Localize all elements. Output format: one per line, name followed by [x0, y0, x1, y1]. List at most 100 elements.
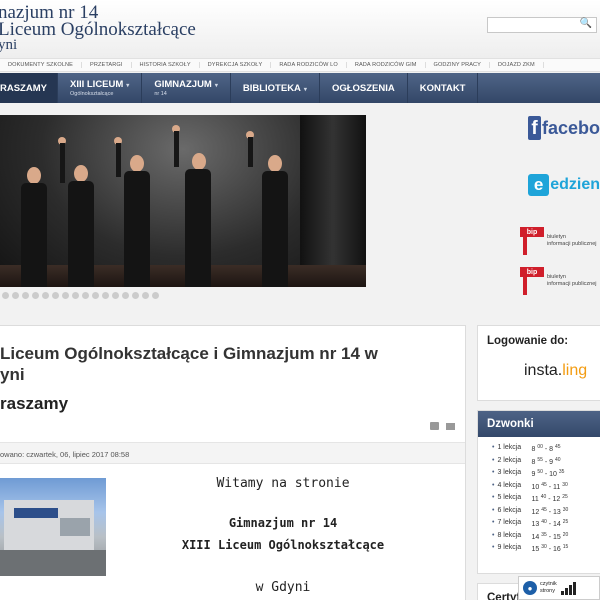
bullet-icon: • — [492, 456, 495, 464]
bip-banner[interactable]: bip biuletyn informacji publicznej — [520, 226, 600, 256]
lesson-label: 2 lekcja — [497, 456, 522, 464]
bell-row: • 8 lekcja 14 35 - 15 20 — [492, 532, 568, 545]
slider-dot[interactable] — [22, 292, 29, 299]
published-date: owano: czwartek, 06, lipiec 2017 08:58 — [0, 450, 130, 459]
end-hour: 11 — [553, 483, 561, 491]
slider-dot[interactable] — [32, 292, 39, 299]
slider-dot[interactable] — [152, 292, 159, 299]
topnav-item-godziny[interactable]: GODZINY PRACY — [426, 62, 491, 68]
nav-sublabel: Ogólnokształcące — [69, 91, 114, 97]
end-hour: 14 — [553, 521, 561, 528]
start-hour: 14 — [531, 533, 540, 541]
nav-sublabel: nr 14 — [154, 91, 167, 97]
print-icon[interactable] — [430, 422, 439, 430]
hero-slider-image[interactable] — [0, 115, 366, 287]
topnav-item-przetargi[interactable]: PRZETARGI — [82, 62, 132, 68]
topnav-item-dokumenty[interactable]: DOKUMENTY SZKOLNE — [0, 62, 83, 68]
end-minute: 30 — [562, 506, 569, 513]
performer — [14, 167, 54, 287]
article-title[interactable]: Liceum Ogólnokształcące i Gimnazjum nr 1… — [0, 343, 440, 385]
bip-line2: informacji publicznej — [547, 241, 597, 247]
bell-row: • 1 lekcja 8 00 - 8 45 — [492, 444, 568, 457]
nav-label: KONTAKT — [419, 82, 466, 94]
end-hour: 13 — [553, 508, 561, 516]
bell-schedule-module: Dzwonki • 1 lekcja 8 00 - 8 45 • 2 lekcja 8 5… — [477, 410, 600, 574]
end-hour: 12 — [552, 496, 561, 503]
logo-line-2[interactable]: Liceum Ogólnokształcące — [0, 19, 196, 41]
nav-label-wrap: XIII LICEUM ▾ — [70, 79, 129, 90]
school-city: w Gdyni — [255, 580, 311, 595]
slider-dot[interactable] — [112, 292, 119, 299]
start-hour: 11 — [531, 496, 539, 503]
school-name-liceum: XIII Liceum Ogólnokształcące — [181, 538, 385, 552]
article-meta: owano: czwartek, 06, lipiec 2017 08:58 — [0, 442, 465, 464]
welcome-text: Witamy na stronie — [216, 476, 350, 491]
topnav-item-rada-lo[interactable]: RADA RODZICÓW LO — [271, 62, 347, 68]
lesson-time: 14 35 - 15 20 — [531, 531, 569, 541]
bullet-icon: • — [492, 444, 495, 451]
school-building-photo — [0, 478, 106, 576]
facebook-banner[interactable]: f facebo — [528, 114, 600, 142]
slider-dot[interactable] — [2, 292, 9, 299]
lesson-time: 13 40 - 14 25 — [531, 519, 569, 528]
topnav-item-rada-gim[interactable]: RADA RODZICÓW GIM — [347, 62, 426, 68]
slider-dot[interactable] — [62, 292, 69, 299]
nav-item-ogloszenia[interactable]: OGŁOSZENIA — [320, 73, 408, 103]
school-name-gimnazjum: Gimnazjum nr 14 — [228, 516, 338, 530]
lesson-time: 8 00 - 8 45 — [531, 444, 561, 453]
performer — [168, 125, 218, 287]
nav-item-gimnazjum[interactable]: GIMNAZJUM ▾ nr 14 — [142, 73, 231, 103]
bip-icon: bip — [520, 267, 544, 295]
end-minute: 25 — [562, 519, 569, 525]
chevron-down-icon: ▾ — [214, 83, 218, 89]
nav-item-zapraszamy[interactable]: RASZAMY — [0, 73, 58, 103]
bip-line2: informacji publicznej — [547, 281, 597, 287]
slider-dot[interactable] — [92, 292, 99, 299]
bip-banner-2[interactable]: bip biuletyn informacji publicznej — [520, 266, 600, 296]
topnav-item-dojazd[interactable]: DOJAZD ZKM — [490, 62, 544, 68]
start-minute: 45 — [541, 481, 547, 488]
instaling-logo[interactable]: insta.ling — [524, 362, 587, 380]
start-hour: 12 — [531, 508, 540, 516]
nav-item-kontakt[interactable]: KONTAKT — [408, 73, 479, 103]
slider-dot[interactable] — [102, 292, 109, 299]
slider-dot[interactable] — [132, 292, 139, 299]
email-icon[interactable] — [446, 423, 455, 430]
logo-line-3[interactable]: yni — [0, 37, 17, 54]
lesson-time: 15 30 - 16 15 — [531, 544, 569, 553]
end-hour: 10 — [549, 471, 557, 478]
nav-label: XIII LICEUM — [69, 79, 124, 90]
edziennik-banner[interactable]: e edzien — [528, 172, 600, 198]
screen-reader-widget[interactable]: ● czytnik strony — [518, 576, 600, 600]
bell-row: • 5 lekcja 11 40 - 12 25 — [492, 494, 568, 507]
start-hour: 8 — [531, 446, 536, 453]
slider-dot[interactable] — [42, 292, 49, 299]
slider-dot[interactable] — [12, 292, 19, 299]
end-minute: 30 — [562, 481, 568, 488]
speaker-icon: ● — [523, 581, 537, 595]
bip-mark-text: bip — [520, 267, 544, 277]
chevron-down-icon: ▾ — [126, 83, 130, 89]
lesson-label: 9 lekcja — [497, 544, 522, 551]
topnav-item-historia[interactable]: HISTORIA SZKOŁY — [132, 62, 200, 68]
bip-mark-text: bip — [520, 227, 544, 237]
slider-dot[interactable] — [82, 292, 89, 299]
slider-dot[interactable] — [72, 292, 79, 299]
slider-dot[interactable] — [52, 292, 59, 299]
article-panel: Liceum Ogólnokształcące i Gimnazjum nr 1… — [0, 325, 466, 600]
start-minute: 30 — [541, 544, 547, 550]
login-module: Logowanie do: insta.ling — [477, 325, 600, 401]
slider-dot[interactable] — [142, 292, 149, 299]
reader-line2: strony — [540, 588, 555, 594]
start-hour: 10 — [531, 483, 540, 491]
topnav-item-dyrekcja[interactable]: DYREKCJA SZKOŁY — [200, 62, 272, 68]
bullet-icon: • — [492, 519, 495, 526]
nav-item-liceum[interactable]: XIII LICEUM ▾ Ogólnokształcące — [58, 73, 143, 103]
bullet-icon: • — [492, 481, 495, 489]
nav-item-biblioteka[interactable]: BIBLIOTEKA ▾ — [231, 73, 320, 103]
article-title-line1: Liceum Ogólnokształcące i Gimnazjum nr 1… — [0, 344, 378, 363]
search-input[interactable]: 🔍 — [487, 17, 597, 33]
search-icon[interactable]: 🔍 — [580, 18, 592, 29]
slider-dot[interactable] — [122, 292, 129, 299]
bullet-icon: • — [492, 531, 495, 539]
